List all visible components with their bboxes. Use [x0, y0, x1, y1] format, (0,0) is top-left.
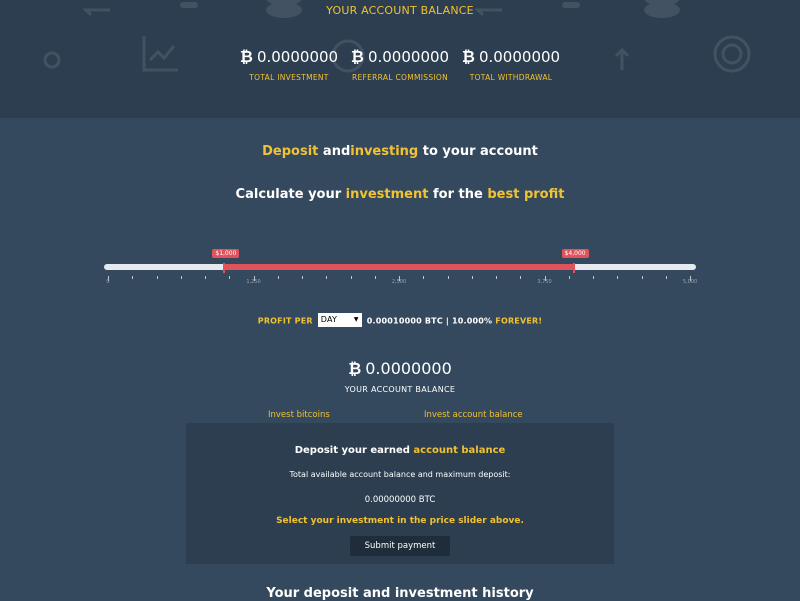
slider-tick [302, 276, 303, 279]
stat-value: 0.0000000 [478, 48, 561, 66]
slider-selected-range [224, 264, 574, 270]
stat-label: TOTAL INVESTMENT [249, 73, 329, 82]
balance-amount: 0.0000000 [365, 359, 452, 378]
bitcoin-icon: ₿ [461, 47, 475, 66]
dollar-coin-icon [713, 35, 751, 73]
slider-tick-label: 2,500 [391, 279, 407, 285]
arrows-icon [614, 48, 630, 70]
panel-info: Total available account balance and maxi… [289, 470, 511, 479]
chevron-down-icon: ▼ [353, 316, 359, 323]
slider-tick [326, 276, 328, 279]
slider-tick [568, 276, 570, 279]
stat-label: REFERRAL COMMISSION [351, 73, 449, 82]
period-select[interactable]: DAY ▼ [317, 313, 362, 327]
submit-payment-button[interactable]: Submit payment [350, 536, 450, 556]
bitcoin-icon: ₿ [239, 47, 253, 66]
bitcoin-icon: ₿ [348, 359, 362, 378]
tab-invest-account-balance[interactable]: Invest account balance [424, 410, 523, 420]
stat-total-investment: ₿ 0.0000000 TOTAL INVESTMENT [232, 47, 346, 82]
chart-icon [142, 36, 178, 72]
account-balance-value: ₿ 0.0000000 [0, 359, 800, 379]
stat-value: 0.0000000 [256, 48, 339, 66]
heading-text: for the [428, 187, 488, 202]
header-title: YOUR ACCOUNT BALANCE [326, 4, 474, 17]
calculate-heading: Calculate your investment for the best p… [0, 187, 800, 202]
heading-accent: investing [350, 144, 419, 159]
slider-tick [665, 276, 667, 279]
stat-total-withdrawal: ₿ 0.0000000 TOTAL WITHDRAWAL [454, 47, 568, 82]
profit-forever: FOREVER! [495, 316, 543, 326]
profit-row: PROFIT PER DAY ▼ 0.00010000 BTC | 10.000%… [0, 313, 800, 328]
slider-tick-label: 3,750 [537, 279, 552, 285]
heading-accent: investment [345, 187, 429, 202]
slider-tick [205, 276, 206, 279]
period-value: DAY [320, 315, 338, 324]
profit-label: PROFIT PER [257, 316, 313, 326]
slider-handle-low[interactable] [223, 263, 226, 273]
deposit-heading: Deposit andinvesting to your account [0, 144, 800, 159]
slider-tick-label: 0 [106, 279, 110, 285]
slider-tick [617, 276, 619, 279]
slider-tick [496, 276, 497, 279]
panel-max-deposit: 0.00000000 BTC [364, 495, 436, 505]
panel-title-text: Deposit your earned [294, 445, 414, 456]
slider-tick-label: 5,000 [682, 279, 698, 285]
slider-tick [447, 276, 449, 279]
slider-tick [180, 276, 182, 279]
slider-tick [229, 276, 231, 279]
heading-accent: Deposit [262, 144, 319, 159]
panel-title: Deposit your earned account balance [186, 445, 614, 456]
slider-tick [520, 276, 522, 279]
slider-tick [156, 276, 158, 279]
stat-referral-commission: ₿ 0.0000000 REFERRAL COMMISSION [344, 47, 456, 82]
slider-tick [132, 276, 134, 279]
slider-high-label: $4,000 [561, 249, 589, 258]
arrows-icon [43, 51, 61, 69]
slider-tick [471, 276, 473, 279]
slider-low-label: $1,000 [212, 249, 240, 258]
profit-amount: 0.00010000 BTC | 10.000% [366, 316, 493, 326]
slider-tick [423, 276, 425, 279]
stat-value: 0.0000000 [367, 48, 450, 66]
account-balance-label: YOUR ACCOUNT BALANCE [344, 385, 456, 394]
slider-tick [374, 276, 376, 279]
heading-text: to your account [418, 144, 538, 159]
slider-tick [277, 276, 279, 279]
balance-header: YOUR ACCOUNT BALANCE ₿ 0.0000000 TOTAL IN… [0, 0, 800, 118]
slider-tick [593, 276, 594, 279]
heading-text: and [318, 144, 351, 159]
slider-tick [350, 276, 352, 279]
stat-label: TOTAL WITHDRAWAL [469, 73, 553, 82]
panel-instruction: Select your investment in the price slid… [276, 516, 524, 526]
bitcoin-icon: ₿ [350, 47, 364, 66]
panel-title-accent: account balance [413, 445, 506, 456]
history-heading: Your deposit and investment history [266, 586, 534, 601]
heading-accent: best profit [487, 187, 565, 202]
slider-tick [641, 276, 643, 279]
slider-handle-high[interactable] [572, 263, 575, 273]
tab-invest-bitcoins[interactable]: Invest bitcoins [268, 410, 330, 420]
heading-text: Calculate your [235, 187, 346, 202]
slider-tick-label: 1,250 [246, 279, 261, 285]
deposit-panel: Deposit your earned account balance Tota… [186, 423, 614, 564]
